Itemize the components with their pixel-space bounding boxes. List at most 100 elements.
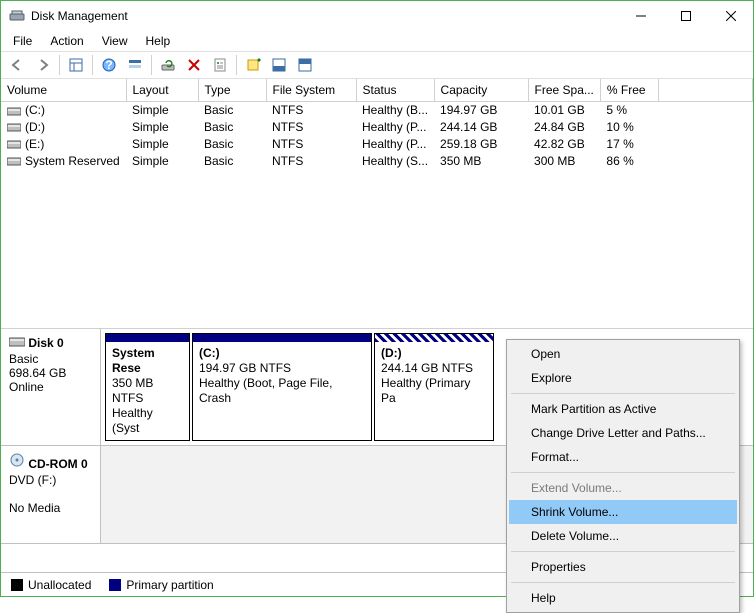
menu-view[interactable]: View bbox=[94, 32, 136, 50]
context-menu-item[interactable]: Explore bbox=[509, 366, 737, 390]
disk-info[interactable]: CD-ROM 0 DVD (F:) No Media bbox=[1, 446, 101, 543]
toolbar: ? bbox=[1, 51, 753, 79]
refresh-button[interactable] bbox=[156, 54, 180, 76]
volume-list-pane[interactable]: Volume Layout Type File System Status Ca… bbox=[1, 79, 753, 329]
settings-top-button[interactable] bbox=[293, 54, 317, 76]
menu-help[interactable]: Help bbox=[138, 32, 179, 50]
properties-button[interactable] bbox=[208, 54, 232, 76]
menu-action[interactable]: Action bbox=[42, 32, 91, 50]
window-controls bbox=[618, 1, 753, 31]
cell-volume: (C:) bbox=[1, 101, 126, 118]
partition-size: 194.97 GB NTFS bbox=[199, 361, 365, 376]
cell-capacity: 244.14 GB bbox=[434, 118, 528, 135]
cell-layout: Simple bbox=[126, 152, 198, 169]
context-menu-item[interactable]: Help bbox=[509, 586, 737, 610]
cell-free: 10.01 GB bbox=[528, 101, 600, 118]
help-button[interactable]: ? bbox=[97, 54, 121, 76]
volume-row[interactable]: (E:)SimpleBasicNTFSHealthy (P...259.18 G… bbox=[1, 135, 753, 152]
delete-icon[interactable] bbox=[182, 54, 206, 76]
volume-row[interactable]: System ReservedSimpleBasicNTFSHealthy (S… bbox=[1, 152, 753, 169]
context-menu-item[interactable]: Mark Partition as Active bbox=[509, 397, 737, 421]
cell-free: 42.82 GB bbox=[528, 135, 600, 152]
cell-free: 24.84 GB bbox=[528, 118, 600, 135]
cell-status: Healthy (P... bbox=[356, 135, 434, 152]
col-status[interactable]: Status bbox=[356, 79, 434, 101]
col-extra[interactable] bbox=[658, 79, 752, 101]
col-pct[interactable]: % Free bbox=[600, 79, 658, 101]
col-fs[interactable]: File System bbox=[266, 79, 356, 101]
context-menu-item[interactable]: Open bbox=[509, 342, 737, 366]
minimize-button[interactable] bbox=[618, 1, 663, 31]
cell-volume: System Reserved bbox=[1, 152, 126, 169]
legend-label: Primary partition bbox=[126, 578, 213, 592]
toolbar-separator bbox=[92, 55, 93, 75]
partition-box[interactable]: (C:)194.97 GB NTFSHealthy (Boot, Page Fi… bbox=[192, 333, 372, 441]
partition-box[interactable]: (D:)244.14 GB NTFSHealthy (Primary Pa bbox=[374, 333, 494, 441]
partition-status: Healthy (Syst bbox=[112, 406, 183, 436]
legend-unallocated: Unallocated bbox=[11, 578, 91, 592]
menu-file[interactable]: File bbox=[5, 32, 40, 50]
disk-management-window: Disk Management File Action View Help ? bbox=[0, 0, 754, 597]
cell-type: Basic bbox=[198, 118, 266, 135]
cell-type: Basic bbox=[198, 101, 266, 118]
cell-layout: Simple bbox=[126, 101, 198, 118]
show-hide-tree-button[interactable] bbox=[64, 54, 88, 76]
disk-id: CD-ROM 0 bbox=[28, 457, 87, 471]
disk-icon: Disk 0 bbox=[9, 335, 92, 350]
titlebar[interactable]: Disk Management bbox=[1, 1, 753, 31]
legend-label: Unallocated bbox=[28, 578, 91, 592]
partition-status: Healthy (Primary Pa bbox=[381, 376, 487, 406]
col-layout[interactable]: Layout bbox=[126, 79, 198, 101]
context-menu-item[interactable]: Format... bbox=[509, 445, 737, 469]
svg-text:?: ? bbox=[105, 58, 112, 72]
partition-size: 244.14 GB NTFS bbox=[381, 361, 487, 376]
legend-swatch-unallocated bbox=[11, 579, 23, 591]
cell-pct: 5 % bbox=[600, 101, 658, 118]
partition-size: 350 MB NTFS bbox=[112, 376, 183, 406]
menubar: File Action View Help bbox=[1, 31, 753, 51]
back-button[interactable] bbox=[5, 54, 29, 76]
cell-fs: NTFS bbox=[266, 101, 356, 118]
partition-header-bar bbox=[375, 334, 493, 342]
cell-type: Basic bbox=[198, 135, 266, 152]
maximize-button[interactable] bbox=[663, 1, 708, 31]
cell-status: Healthy (P... bbox=[356, 118, 434, 135]
toolbar-separator bbox=[236, 55, 237, 75]
col-capacity[interactable]: Capacity bbox=[434, 79, 528, 101]
col-volume[interactable]: Volume bbox=[1, 79, 126, 101]
disk-info[interactable]: Disk 0 Basic698.64 GBOnline bbox=[1, 329, 101, 445]
new-button[interactable] bbox=[241, 54, 265, 76]
disk-size: 698.64 GB bbox=[9, 366, 92, 380]
forward-button[interactable] bbox=[31, 54, 55, 76]
partition-name: System Rese bbox=[112, 346, 183, 376]
partition-status: Healthy (Boot, Page File, Crash bbox=[199, 376, 365, 406]
legend-swatch-primary bbox=[109, 579, 121, 591]
context-menu-separator bbox=[511, 393, 735, 394]
disk-type: DVD (F:) bbox=[9, 473, 92, 487]
cell-fs: NTFS bbox=[266, 118, 356, 135]
app-icon bbox=[9, 8, 25, 24]
cell-pct: 86 % bbox=[600, 152, 658, 169]
cell-layout: Simple bbox=[126, 118, 198, 135]
context-menu-item[interactable]: Delete Volume... bbox=[509, 524, 737, 548]
disk-type: Basic bbox=[9, 352, 92, 366]
disk-state: No Media bbox=[9, 501, 92, 515]
toolbar-separator bbox=[59, 55, 60, 75]
col-free[interactable]: Free Spa... bbox=[528, 79, 600, 101]
disk-state: Online bbox=[9, 380, 92, 394]
volume-row[interactable]: (C:)SimpleBasicNTFSHealthy (B...194.97 G… bbox=[1, 101, 753, 118]
context-menu-item[interactable]: Properties bbox=[509, 555, 737, 579]
settings-bottom-button[interactable] bbox=[267, 54, 291, 76]
cell-type: Basic bbox=[198, 152, 266, 169]
partition-body: System Rese350 MB NTFSHealthy (Syst bbox=[106, 342, 189, 440]
action-list-button[interactable] bbox=[123, 54, 147, 76]
volume-row[interactable]: (D:)SimpleBasicNTFSHealthy (P...244.14 G… bbox=[1, 118, 753, 135]
partition-box[interactable]: System Rese350 MB NTFSHealthy (Syst bbox=[105, 333, 190, 441]
context-menu-item[interactable]: Shrink Volume... bbox=[509, 500, 737, 524]
close-button[interactable] bbox=[708, 1, 753, 31]
cell-fs: NTFS bbox=[266, 152, 356, 169]
cell-capacity: 259.18 GB bbox=[434, 135, 528, 152]
disk-id: Disk 0 bbox=[28, 336, 63, 350]
col-type[interactable]: Type bbox=[198, 79, 266, 101]
context-menu-item[interactable]: Change Drive Letter and Paths... bbox=[509, 421, 737, 445]
